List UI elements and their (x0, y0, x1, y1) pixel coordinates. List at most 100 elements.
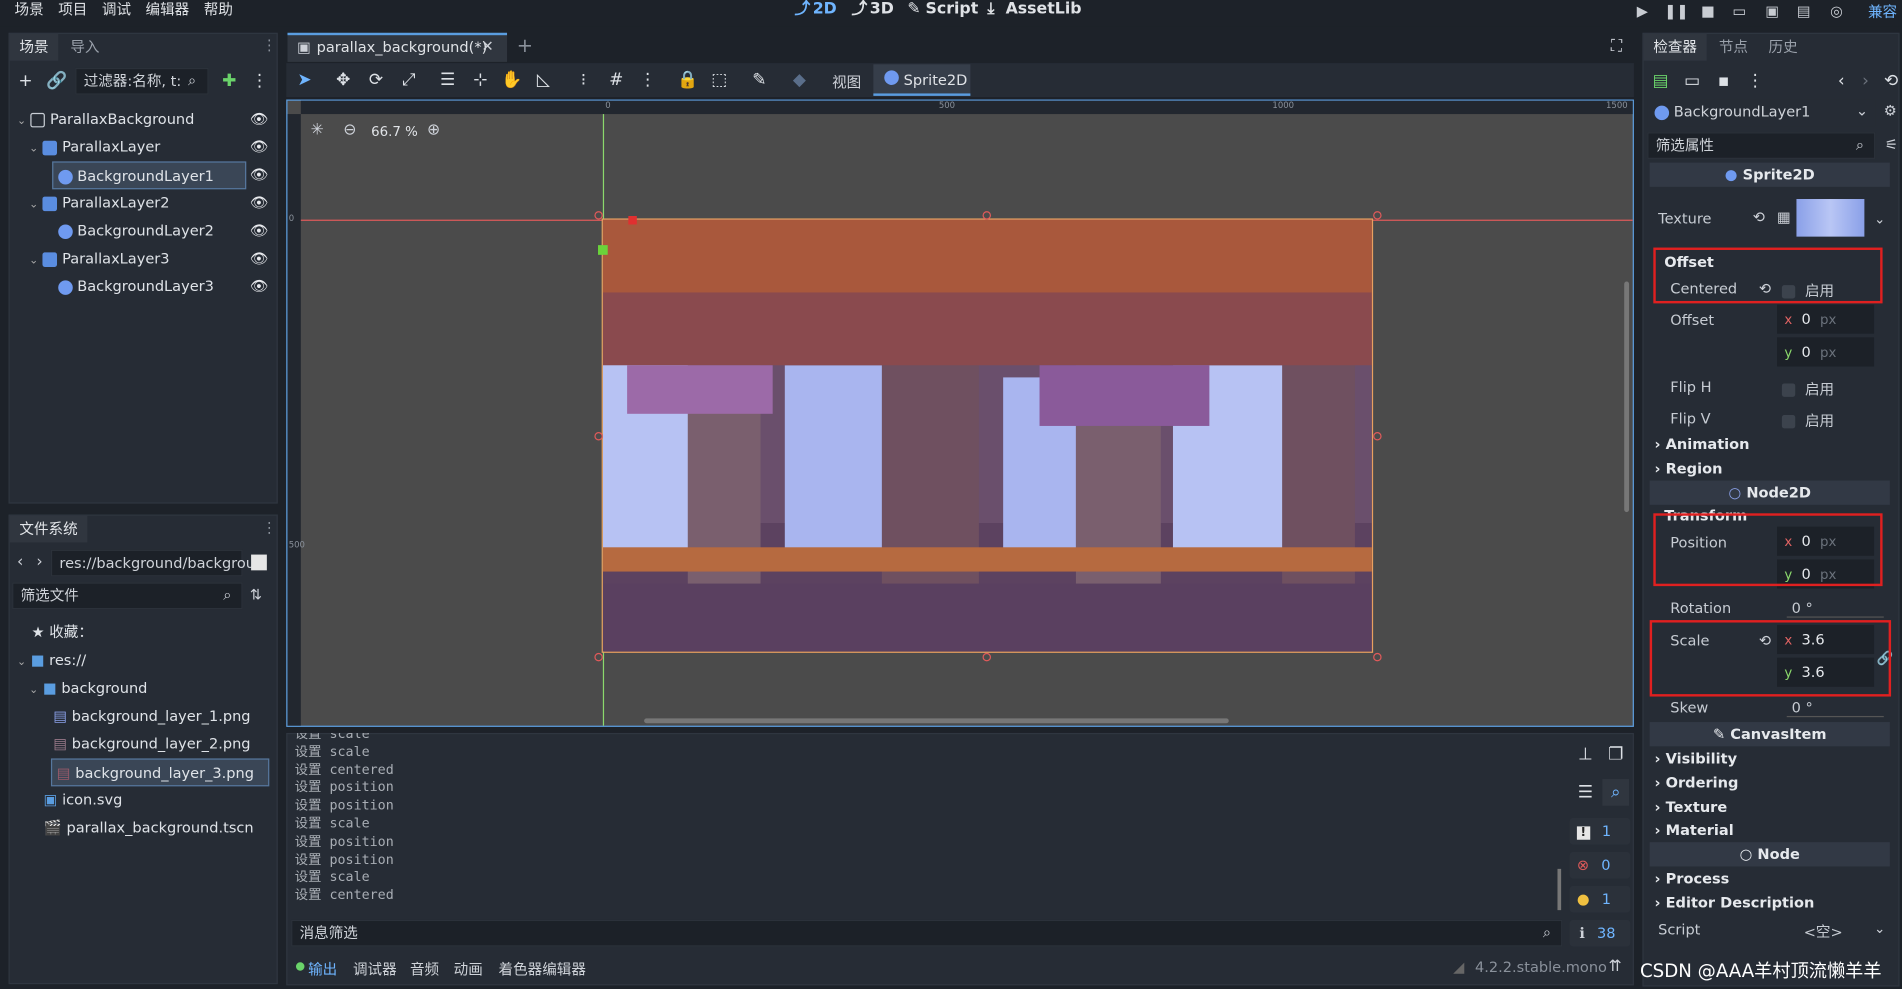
node-menu-icon[interactable]: ⚙ (1884, 102, 1897, 119)
group-icon[interactable]: ⬚ (706, 67, 733, 94)
inspector-node-selector[interactable]: BackgroundLayer1 (1647, 99, 1876, 127)
category-canvasitem[interactable]: ✎ CanvasItem (1649, 722, 1890, 747)
property-options-icon[interactable]: ⚟ (1885, 136, 1898, 153)
copy-log-icon[interactable]: ❐ (1602, 741, 1629, 768)
visibility-eye-icon[interactable]: 👁 (250, 138, 268, 155)
smart-snap-icon[interactable]: ⁝ (570, 67, 597, 94)
history-back-icon[interactable]: ‹ (1828, 68, 1855, 95)
texture-thumbnail[interactable] (1796, 199, 1865, 237)
play-scene-icon[interactable]: ▣ (1761, 1, 1783, 20)
workspace-assetlib[interactable]: AssetLib (1006, 0, 1082, 22)
visibility-eye-icon[interactable]: 👁 (250, 110, 268, 127)
movie-maker-icon[interactable]: ◎ (1826, 1, 1848, 20)
vertical-scrollbar[interactable] (1624, 281, 1630, 513)
link-icon[interactable]: 🔗 (44, 68, 71, 95)
collapse-icon[interactable]: ☰ (1572, 779, 1599, 806)
bottom-tab-debugger[interactable]: 调试器 (353, 959, 397, 978)
history-menu-icon[interactable]: ⟲ (1878, 68, 1902, 95)
view-menu[interactable]: 视图 (832, 72, 861, 93)
forward-arrow-icon[interactable]: › (36, 553, 42, 571)
add-node-icon[interactable]: + (12, 68, 39, 95)
chevron-down-icon[interactable]: ⌄ (1856, 102, 1868, 119)
flip-v-checkbox[interactable] (1781, 410, 1796, 432)
tab-scene[interactable]: 场景 (9, 33, 59, 61)
chevron-down-icon[interactable]: ⌄ (1874, 921, 1885, 937)
distraction-free-icon[interactable]: ⛶ (1611, 38, 1622, 56)
fs-filter-input[interactable]: 筛选文件 (12, 582, 243, 610)
warnings-counter[interactable]: ● 1 (1569, 885, 1631, 913)
resize-handle[interactable] (594, 211, 603, 220)
fs-file-tscn[interactable]: 🎬 parallax_background.tscn (44, 814, 254, 842)
tree-item-parallaxlayer[interactable]: ⌄ ParallaxLayer (29, 133, 272, 161)
play-icon[interactable]: ▶ (1631, 1, 1653, 20)
new-resource-icon[interactable]: ▤ (1647, 68, 1674, 95)
scene-menu-icon[interactable]: ⋮ (246, 68, 273, 95)
visibility-eye-icon[interactable]: 👁 (250, 250, 268, 267)
bottom-tab-shader-editor[interactable]: 着色器编辑器 (499, 959, 586, 978)
fs-file-icon-svg[interactable]: ▣ icon.svg (44, 786, 123, 814)
pivot-marker[interactable] (628, 216, 637, 225)
menu-editor[interactable]: 编辑器 (146, 0, 190, 22)
section-ordering[interactable]: › Ordering (1655, 774, 1739, 791)
resize-handle[interactable] (982, 211, 992, 220)
flip-h-checkbox[interactable] (1781, 379, 1796, 401)
visibility-eye-icon[interactable]: 👁 (250, 166, 268, 183)
tab-import[interactable]: 导入 (61, 34, 110, 61)
tree-item-parallaxlayer2[interactable]: ⌄ ParallaxLayer2 (29, 189, 272, 217)
select-tool-icon[interactable]: ➤ (291, 67, 318, 94)
stop-icon[interactable]: ■ (1697, 1, 1719, 20)
tab-filesystem[interactable]: 文件系统 (9, 515, 88, 543)
tree-item-backgroundlayer1[interactable]: BackgroundLayer1 (52, 161, 247, 190)
resize-handle[interactable] (594, 652, 603, 662)
fs-path-field[interactable]: res://background/backgrou (50, 549, 255, 577)
section-animation[interactable]: › Animation (1655, 436, 1750, 453)
zoom-out-icon[interactable]: ⊖ (343, 121, 356, 139)
play-custom-scene-icon[interactable]: ▤ (1793, 1, 1815, 20)
resize-handle[interactable] (1373, 432, 1382, 441)
bottom-tab-output[interactable]: 输出 (308, 959, 337, 978)
remote-debug-icon[interactable]: ▭ (1729, 1, 1751, 20)
dock-menu-icon[interactable]: ⋮ (262, 519, 277, 536)
rotation-value[interactable]: 0 ° (1792, 599, 1813, 616)
section-editor-description[interactable]: › Editor Description (1655, 894, 1815, 911)
pivot-tool-icon[interactable]: ⊹ (467, 67, 494, 94)
revert-icon[interactable]: ⟲ (1753, 209, 1765, 226)
bottom-tab-audio[interactable]: 音频 (410, 959, 439, 978)
fs-file-layer3[interactable]: ▤ background_layer_3.png (50, 758, 270, 787)
property-filter-input[interactable]: 筛选属性 (1647, 132, 1876, 159)
skeleton-icon[interactable]: ✎ (746, 67, 773, 94)
workspace-3d[interactable]: 3D (870, 0, 894, 22)
skew-slider[interactable] (1786, 715, 1884, 718)
visibility-eye-icon[interactable]: 👁 (250, 278, 268, 295)
canvas-item-icon[interactable]: ◆ (786, 67, 813, 94)
origin-marker[interactable] (598, 245, 608, 255)
rotation-slider[interactable] (1786, 616, 1884, 618)
workspace-script[interactable]: Script (926, 0, 979, 22)
resize-handle[interactable] (1373, 652, 1382, 662)
category-node[interactable]: ○ Node (1649, 842, 1890, 867)
split-mode-icon[interactable] (251, 554, 267, 571)
expand-panel-icon[interactable]: ⇈ (1608, 957, 1621, 975)
fs-res-root[interactable]: ⌄ ■ res:// (17, 647, 86, 675)
zoom-in-icon[interactable]: ⊕ (427, 121, 440, 139)
back-arrow-icon[interactable]: ‹ (17, 553, 23, 571)
fs-favorites[interactable]: ★ 收藏： (32, 619, 93, 647)
tree-item-backgroundlayer3[interactable]: BackgroundLayer3 (53, 273, 271, 301)
message-filter-input[interactable]: 消息筛选 (291, 919, 1563, 947)
category-node2d[interactable]: ○ Node2D (1649, 480, 1890, 505)
renderer-compat[interactable]: 兼容 (1868, 1, 1897, 22)
fs-file-layer2[interactable]: ▤ background_layer_2.png (53, 731, 250, 759)
section-material[interactable]: › Material (1655, 822, 1734, 839)
sort-icon[interactable]: ⇅ (250, 586, 262, 603)
tab-node[interactable]: 节点 (1709, 34, 1758, 61)
tree-item-parallaxlayer3[interactable]: ⌄ ParallaxLayer3 (29, 245, 272, 273)
resize-handle[interactable] (1373, 211, 1382, 220)
messages-counter[interactable]: ! 1 (1569, 817, 1631, 845)
visibility-eye-icon[interactable]: 👁 (250, 194, 268, 211)
tab-inspector[interactable]: 检查器 (1643, 33, 1707, 61)
resize-handle[interactable] (594, 432, 603, 441)
scale-tool-icon[interactable]: ⤢ (395, 67, 422, 94)
menu-debug[interactable]: 调试 (102, 0, 131, 22)
visibility-eye-icon[interactable]: 👁 (250, 222, 268, 239)
list-select-icon[interactable]: ☰ (434, 67, 461, 94)
